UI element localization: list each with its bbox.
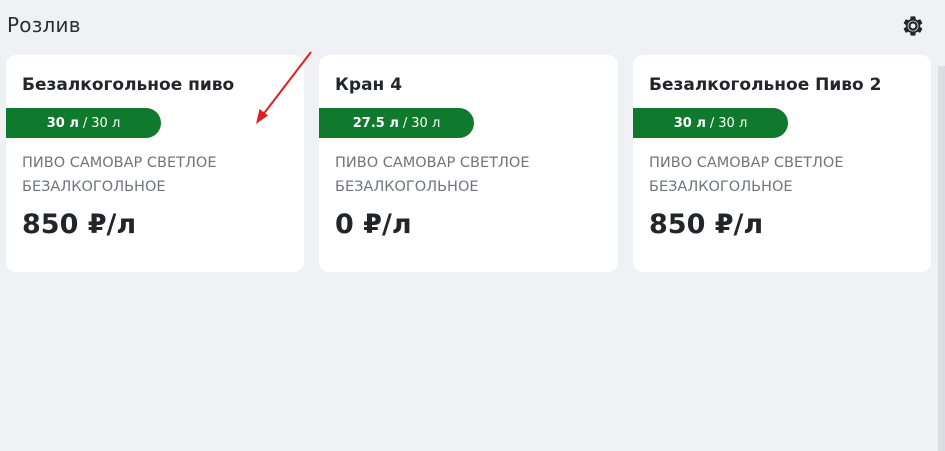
volume-current: 27.5 л [352, 115, 399, 131]
tap-card[interactable]: Безалкогольное пиво 30 л / 30 л ПИВО САМ… [6, 55, 304, 272]
volume-separator: / [709, 115, 715, 131]
volume-separator: / [402, 115, 408, 131]
volume-separator: / [82, 115, 88, 131]
volume-badge: 27.5 л / 30 л [319, 108, 474, 138]
volume-current: 30 л [673, 115, 706, 131]
volume-badge: 30 л / 30 л [6, 108, 161, 138]
tap-card[interactable]: Безалкогольное Пиво 2 30 л / 30 л ПИВО С… [633, 55, 931, 272]
tap-price: 0 ₽/л [335, 209, 412, 240]
tap-name: Безалкогольное пиво [22, 75, 235, 95]
tap-card[interactable]: Кран 4 27.5 л / 30 л ПИВО САМОВАР СВЕТЛО… [319, 55, 618, 272]
scrollbar[interactable] [938, 66, 945, 451]
tap-description: ПИВО САМОВАР СВЕТЛОЕ БЕЗАЛКОГОЛЬНОЕ [649, 155, 844, 195]
settings-button[interactable] [900, 13, 926, 39]
volume-total: 30 л [718, 115, 748, 131]
volume-badge: 30 л / 30 л [633, 108, 788, 138]
tap-description: ПИВО САМОВАР СВЕТЛОЕ БЕЗАЛКОГОЛЬНОЕ [335, 155, 530, 195]
volume-total: 30 л [411, 115, 441, 131]
gear-icon [903, 16, 923, 36]
tap-name: Кран 4 [335, 75, 403, 95]
volume-current: 30 л [46, 115, 79, 131]
tap-name: Безалкогольное Пиво 2 [649, 75, 882, 95]
page-title: Розлив [7, 13, 81, 37]
tap-description: ПИВО САМОВАР СВЕТЛОЕ БЕЗАЛКОГОЛЬНОЕ [22, 155, 217, 195]
volume-total: 30 л [91, 115, 121, 131]
tap-price: 850 ₽/л [649, 209, 764, 240]
tap-price: 850 ₽/л [22, 209, 137, 240]
